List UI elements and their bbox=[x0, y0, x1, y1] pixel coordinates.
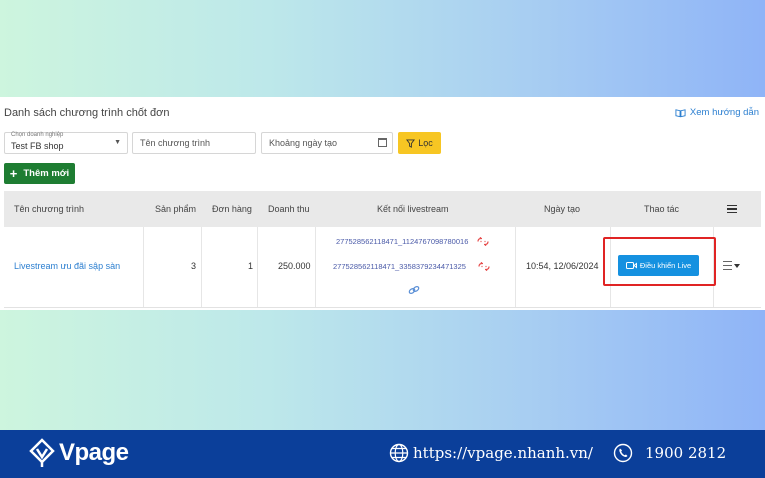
caret-down-icon: ▼ bbox=[114, 139, 121, 146]
guide-link-label: Xem hướng dẫn bbox=[689, 107, 759, 118]
livestream-id-1: 277528562118471_1124767098780016 bbox=[336, 237, 469, 246]
date-range-placeholder: Khoảng ngày tạo bbox=[269, 138, 338, 148]
filter-icon bbox=[406, 138, 416, 148]
cell-created: 10:54, 12/06/2024 bbox=[526, 261, 599, 271]
brand-logo: Vpage bbox=[29, 438, 129, 468]
column-divider bbox=[515, 227, 516, 307]
video-camera-icon bbox=[625, 262, 637, 269]
phone-number: 1900 2812 bbox=[645, 444, 727, 462]
live-control-button[interactable]: Điều khiển Live bbox=[618, 255, 699, 276]
broken-link-icon[interactable] bbox=[478, 262, 490, 271]
date-range-input[interactable]: Khoảng ngày tạo bbox=[261, 132, 393, 154]
header-products: Sản phẩm bbox=[155, 204, 197, 214]
header-created: Ngày tạo bbox=[544, 204, 581, 214]
footer-phone[interactable]: 1900 2812 bbox=[613, 443, 726, 463]
business-select-label: Chọn doanh nghiệp bbox=[11, 132, 64, 138]
live-control-label: Điều khiển Live bbox=[639, 261, 692, 270]
footer-bar: Vpage https://vpage.nhanh.vn/ 1900 2812 bbox=[0, 430, 765, 478]
website-url: https://vpage.nhanh.vn/ bbox=[413, 444, 593, 462]
table-header: Tên chương trình Sản phẩm Đơn hàng Doanh… bbox=[4, 191, 761, 227]
guide-link[interactable]: Xem hướng dẫn bbox=[675, 107, 759, 118]
filter-button[interactable]: Lọc bbox=[398, 132, 441, 154]
column-divider bbox=[143, 227, 144, 307]
column-divider bbox=[315, 227, 316, 307]
calendar-icon bbox=[378, 138, 387, 147]
page-title: Danh sách chương trình chốt đơn bbox=[4, 107, 170, 119]
livestream-id-2: 277528562118471_3358379234471325 bbox=[333, 262, 466, 271]
program-list-panel: Danh sách chương trình chốt đơn Xem hướn… bbox=[0, 97, 765, 310]
broken-link-icon[interactable] bbox=[477, 237, 489, 246]
caret-down-icon bbox=[734, 263, 740, 268]
program-name-placeholder: Tên chương trình bbox=[140, 138, 210, 148]
header-program-name: Tên chương trình bbox=[14, 204, 84, 214]
header-revenue: Doanh thu bbox=[268, 204, 310, 214]
cell-revenue: 250.000 bbox=[278, 261, 311, 271]
vpage-logo-icon bbox=[29, 438, 55, 467]
brand-name: Vpage bbox=[59, 439, 129, 466]
header-orders: Đơn hàng bbox=[212, 204, 252, 214]
business-select-value: Test FB shop bbox=[11, 141, 64, 151]
program-name-link[interactable]: Livestream ưu đãi sập sàn bbox=[14, 261, 120, 271]
cell-products: 3 bbox=[191, 261, 197, 271]
program-name-input[interactable]: Tên chương trình bbox=[132, 132, 256, 154]
book-icon bbox=[675, 108, 686, 117]
column-divider bbox=[201, 227, 202, 307]
row-menu-toggle[interactable] bbox=[723, 261, 740, 270]
link-icon[interactable] bbox=[408, 285, 420, 295]
filter-button-label: Lọc bbox=[418, 138, 433, 148]
plus-icon: + bbox=[9, 166, 18, 181]
phone-icon bbox=[613, 443, 633, 463]
add-new-button[interactable]: + Thêm mới bbox=[4, 163, 75, 184]
header-actions: Thao tác bbox=[644, 204, 680, 214]
cell-orders: 1 bbox=[248, 261, 254, 271]
footer-website[interactable]: https://vpage.nhanh.vn/ bbox=[389, 443, 593, 463]
header-livestream: Kết nối livestream bbox=[377, 204, 449, 214]
menu-icon bbox=[723, 261, 732, 270]
globe-icon bbox=[389, 443, 409, 463]
business-select[interactable]: Chọn doanh nghiệp Test FB shop ▼ bbox=[4, 132, 128, 154]
column-divider bbox=[257, 227, 258, 307]
column-menu-icon[interactable] bbox=[727, 205, 737, 213]
add-new-label: Thêm mới bbox=[23, 168, 70, 179]
